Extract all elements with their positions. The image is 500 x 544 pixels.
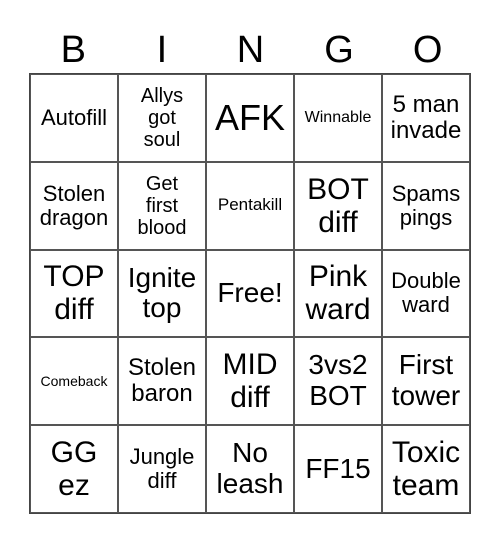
bingo-cell[interactable]: BOT diff — [294, 161, 382, 250]
bingo-cell-text: Toxic team — [391, 436, 461, 503]
bingo-cell-text: Stolen baron — [127, 353, 197, 408]
bingo-cell-text: Pentakill — [217, 195, 283, 215]
bingo-cell-text: GG ez — [50, 436, 98, 503]
bingo-cell-text: Winnable — [304, 109, 372, 127]
bingo-cell-text: Double ward — [391, 268, 461, 318]
bingo-cell[interactable]: Free! — [206, 249, 294, 338]
header-letter-b: B — [60, 29, 86, 71]
bingo-cell[interactable]: MID diff — [206, 337, 294, 426]
header-letter-i: I — [156, 29, 168, 71]
bingo-cell-text: 3vs2 BOT — [308, 349, 368, 412]
bingo-cell[interactable]: Ignite top — [118, 249, 206, 338]
bingo-cell-text: Get first blood — [137, 172, 187, 239]
bingo-cell[interactable]: Allys got soul — [118, 74, 206, 162]
bingo-cell[interactable]: Toxic team — [382, 425, 470, 513]
bingo-cell-text: Allys got soul — [140, 84, 184, 151]
bingo-cell-text: Pink ward — [305, 260, 371, 327]
bingo-cell-text: Jungle diff — [129, 443, 195, 494]
bingo-cell-text: BOT diff — [307, 172, 369, 239]
bingo-cell[interactable]: First tower — [382, 337, 470, 426]
bingo-cell[interactable]: Autofill — [30, 74, 118, 162]
bingo-cell[interactable]: AFK — [206, 74, 294, 162]
bingo-cell-text: Free! — [217, 277, 283, 309]
bingo-cell-text: 5 man invade — [390, 90, 462, 144]
header-letter-g: G — [324, 29, 354, 71]
bingo-grid: Autofill Allys got soul AFK Winnable 5 man i… — [29, 73, 471, 514]
bingo-cell-text: No leash — [216, 437, 284, 500]
bingo-cell-text: First tower — [391, 349, 461, 412]
bingo-cell-text: FF15 — [305, 452, 371, 484]
bingo-cell[interactable]: Get first blood — [118, 161, 206, 250]
bingo-cell-text: AFK — [214, 97, 285, 139]
bingo-cell[interactable]: Comeback — [30, 337, 118, 426]
bingo-cell-text: MID diff — [222, 348, 278, 415]
bingo-cell-text: Stolen dragon — [39, 180, 109, 230]
header-letter-n: N — [236, 29, 265, 71]
bingo-cell[interactable]: No leash — [206, 425, 294, 513]
bingo-cell[interactable]: Pink ward — [294, 249, 382, 338]
bingo-header: B I N G O — [29, 28, 472, 72]
bingo-cell[interactable]: Stolen dragon — [30, 161, 118, 250]
bingo-cell[interactable]: Winnable — [294, 74, 382, 162]
bingo-cell[interactable]: Pentakill — [206, 161, 294, 250]
bingo-cell[interactable]: FF15 — [294, 425, 382, 513]
bingo-cell-text: Autofill — [40, 104, 108, 130]
bingo-cell[interactable]: Double ward — [382, 249, 470, 338]
bingo-cell[interactable]: 5 man invade — [382, 74, 470, 162]
bingo-cell-text: Comeback — [40, 372, 108, 389]
bingo-cell-text: Ignite top — [127, 261, 197, 324]
bingo-cell[interactable]: Spams pings — [382, 161, 470, 250]
bingo-cell-text: Spams pings — [391, 180, 461, 230]
bingo-cell[interactable]: Stolen baron — [118, 337, 206, 426]
bingo-cell-text: TOP diff — [43, 260, 105, 327]
bingo-cell[interactable]: Jungle diff — [118, 425, 206, 513]
bingo-cell[interactable]: 3vs2 BOT — [294, 337, 382, 426]
bingo-cell[interactable]: GG ez — [30, 425, 118, 513]
header-letter-o: O — [412, 29, 443, 71]
bingo-cell[interactable]: TOP diff — [30, 249, 118, 338]
